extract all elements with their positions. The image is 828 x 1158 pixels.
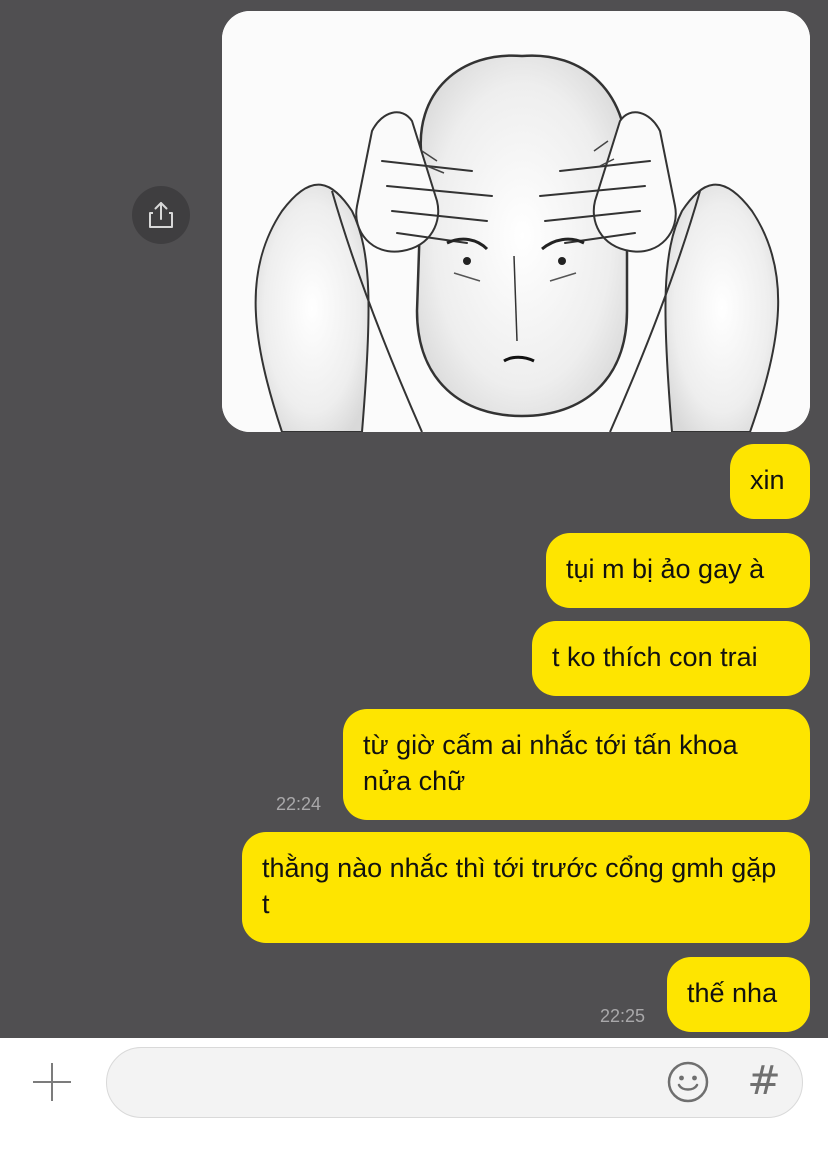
message-bubble[interactable]: thằng nào nhắc thì tới trước cổng gmh gặ… [242,832,810,943]
share-button[interactable] [132,186,190,244]
message-timestamp: 22:25 [600,1006,646,1026]
hashtag-button[interactable]: # [744,1058,784,1104]
add-attachment-button[interactable] [30,1060,74,1104]
share-icon [149,202,173,228]
emoji-icon [667,1061,709,1103]
chat-screen: xin tụi m bị ảo gay à t ko thích con tra… [0,0,828,1158]
message-input-bar: # [0,1038,828,1158]
message-bubble[interactable]: từ giờ cấm ai nhắc tới tấn khoa nửa chữ [343,709,810,820]
message-list[interactable]: xin tụi m bị ảo gay à t ko thích con tra… [0,0,828,1038]
message-bubble[interactable]: xin [730,444,810,519]
message-bubble[interactable]: thế nha [667,957,810,1032]
message-timestamp: 22:24 [276,794,322,814]
message-bubble[interactable]: tụi m bị ảo gay à [546,533,810,608]
image-message[interactable] [222,11,810,432]
message-bubble[interactable]: t ko thích con trai [532,621,810,696]
meme-drawing [222,11,810,432]
emoji-button[interactable] [666,1060,710,1104]
